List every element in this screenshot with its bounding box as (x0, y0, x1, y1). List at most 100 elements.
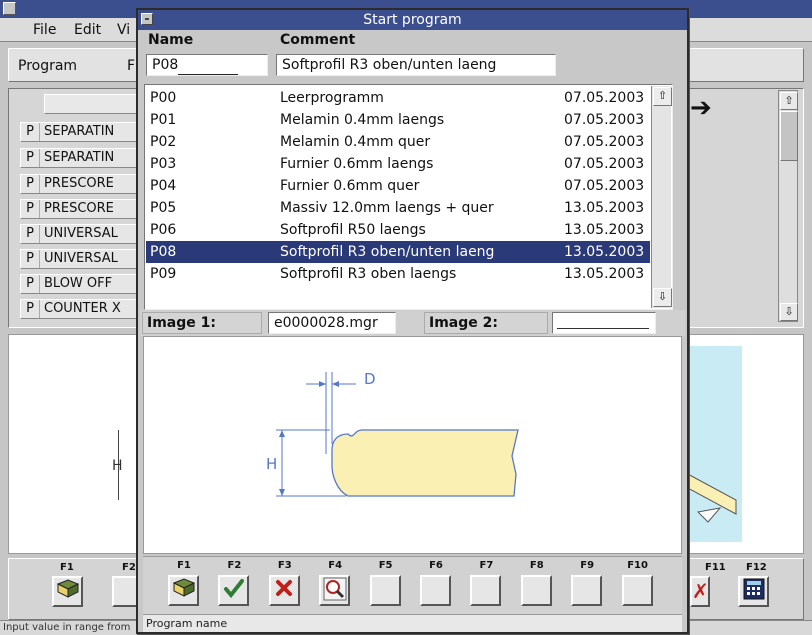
f1-book-button[interactable] (168, 575, 199, 606)
f10-button[interactable] (621, 575, 653, 606)
dialog-system-menu-button[interactable] (141, 13, 153, 25)
program-date-cell: 07.05.2003 (564, 156, 645, 172)
program-comment-cell: Softprofil R3 oben/unten laeng (280, 244, 495, 260)
f5-button[interactable] (369, 575, 401, 606)
f2-confirm-button[interactable] (218, 575, 250, 606)
program-name-value: P08 (152, 57, 179, 73)
program-comment-field[interactable]: Softprofil R3 oben/unten laeng (276, 54, 556, 76)
f8-button[interactable] (520, 575, 552, 606)
scroll-up-icon[interactable]: ⇧ (780, 92, 798, 110)
f9-button[interactable] (571, 575, 603, 606)
program-comment-cell: Furnier 0.6mm quer (280, 178, 420, 194)
profile-shape (331, 429, 519, 497)
program-name-cell: P08 (150, 244, 177, 260)
fkey-label: F6 (429, 560, 443, 571)
aggregate-label: SEPARATIN (44, 150, 115, 165)
program-list-row[interactable]: P09 Softprofil R3 oben laengs 13.05.2003 (146, 263, 650, 285)
main-fkey-label: F2 (122, 562, 136, 573)
fkey-label: F5 (378, 560, 393, 571)
scroll-down-icon[interactable]: ⇩ (653, 288, 672, 307)
cancel-x-icon: ✗ (692, 579, 709, 603)
aggregate-row[interactable]: P SEPARATIN (20, 148, 142, 168)
program-name-cell: P03 (150, 156, 177, 172)
main-f12-calculator-button[interactable] (738, 576, 769, 607)
cancel-x-icon (276, 580, 293, 596)
scroll-up-icon[interactable]: ⇧ (653, 87, 672, 106)
panel-3d-sketch (683, 471, 737, 523)
program-comment-cell: Softprofil R3 oben laengs (280, 266, 457, 282)
program-name-field[interactable]: P08 (146, 54, 268, 76)
program-date-cell: 07.05.2003 (564, 178, 645, 194)
f7-button[interactable] (470, 575, 502, 606)
program-list-row[interactable]: P08 Softprofil R3 oben/unten laeng 13.05.2… (146, 241, 650, 263)
d-arrowhead-left (319, 381, 326, 387)
aggregate-row[interactable]: P COUNTER X (20, 299, 142, 319)
aggregate-row[interactable]: P UNIVERSAL (20, 224, 142, 244)
main-f11-cancel-button[interactable]: ✗ (690, 576, 710, 607)
fkey-label: F10 (627, 560, 648, 571)
program-list-scrollbar[interactable]: ⇧ ⇩ (651, 86, 672, 308)
image2-field[interactable] (552, 312, 656, 334)
aggregate-p-marker: P (21, 275, 40, 293)
scroll-down-icon[interactable]: ⇩ (780, 303, 798, 321)
program-list-row[interactable]: P03 Furnier 0.6mm laengs 07.05.2003 (146, 153, 650, 175)
program-name-cell: P02 (150, 134, 177, 150)
program-date-cell: 07.05.2003 (564, 134, 645, 150)
aggregate-label: UNIVERSAL (44, 226, 118, 241)
fkey-label: F9 (580, 560, 595, 571)
image1-field[interactable]: e0000028.mgr (268, 312, 396, 334)
h-arrowhead-top (279, 430, 285, 437)
fkey-label: F1 (177, 560, 191, 571)
image2-label: Image 2: (424, 312, 548, 334)
program-list-row[interactable]: P02 Melamin 0.4mm quer 07.05.2003 (146, 131, 650, 153)
program-list-row[interactable]: P06 Softprofil R50 laengs 13.05.2003 (146, 219, 650, 241)
scroll-thumb[interactable] (780, 111, 798, 161)
fkey-label: F7 (479, 560, 494, 571)
program-list-row[interactable]: P05 Massiv 12.0mm laengs + quer 13.05.2003 (146, 197, 650, 219)
program-comment-cell: Melamin 0.4mm quer (280, 134, 431, 150)
program-name-cell: P04 (150, 178, 177, 194)
f4-search-button[interactable] (319, 575, 351, 606)
search-magnifier-icon (323, 577, 347, 601)
aggregate-row[interactable]: P UNIVERSAL (20, 249, 142, 269)
aggregate-p-marker: P (21, 225, 40, 243)
fkey-label: F4 (328, 560, 343, 571)
aggregate-row[interactable]: P PRESCORE (20, 174, 142, 194)
menu-view[interactable]: Vi (117, 22, 130, 38)
program-list-row[interactable]: P00 Leerprogramm 07.05.2003 (146, 87, 650, 109)
f3-cancel-button[interactable] (268, 575, 300, 606)
arrow-right-icon: ➔ (690, 93, 712, 123)
program-comment-cell: Melamin 0.4mm laengs (280, 112, 445, 128)
aggregate-p-marker: P (21, 123, 40, 141)
dialog-title: Start program (138, 10, 687, 30)
program-comment-cell: Leerprogramm (280, 90, 384, 106)
image2-underline (557, 328, 649, 329)
main-f1-book-button[interactable] (52, 576, 83, 607)
aggregate-row[interactable]: P PRESCORE (20, 199, 142, 219)
main-dimension-label: H (112, 458, 123, 474)
aggregate-label: PRESCORE (44, 201, 114, 216)
menu-edit[interactable]: Edit (74, 22, 101, 38)
main-system-menu-button[interactable] (3, 2, 16, 15)
program-comment-cell: Furnier 0.6mm laengs (280, 156, 434, 172)
program-label: Program (18, 58, 78, 74)
book-icon (56, 579, 79, 598)
aggregate-row[interactable]: P BLOW OFF (20, 274, 142, 294)
program-name-cell: P00 (150, 90, 177, 106)
aggregate-label: COUNTER X (44, 301, 121, 316)
program-name-cell: P05 (150, 200, 177, 216)
menu-file[interactable]: File (33, 22, 56, 38)
program-list-row[interactable]: P01 Melamin 0.4mm laengs 07.05.2003 (146, 109, 650, 131)
aggregate-row[interactable]: P SEPARATIN (20, 122, 142, 142)
program-list-row[interactable]: P04 Furnier 0.6mm quer 07.05.2003 (146, 175, 650, 197)
f6-button[interactable] (420, 575, 451, 606)
aggregate-p-marker: P (21, 300, 40, 318)
aggregate-label: UNIVERSAL (44, 251, 118, 266)
program-name-cell: P09 (150, 266, 177, 282)
aggregate-label: SEPARATIN (44, 124, 115, 139)
fkey-label: F2 (227, 560, 242, 571)
image1-label: Image 1: (142, 312, 262, 334)
aggregate-list-scrollbar[interactable]: ⇧ ⇩ (778, 90, 798, 322)
toolbar-label-cut: F (127, 58, 136, 74)
program-date-cell: 07.05.2003 (564, 90, 645, 106)
